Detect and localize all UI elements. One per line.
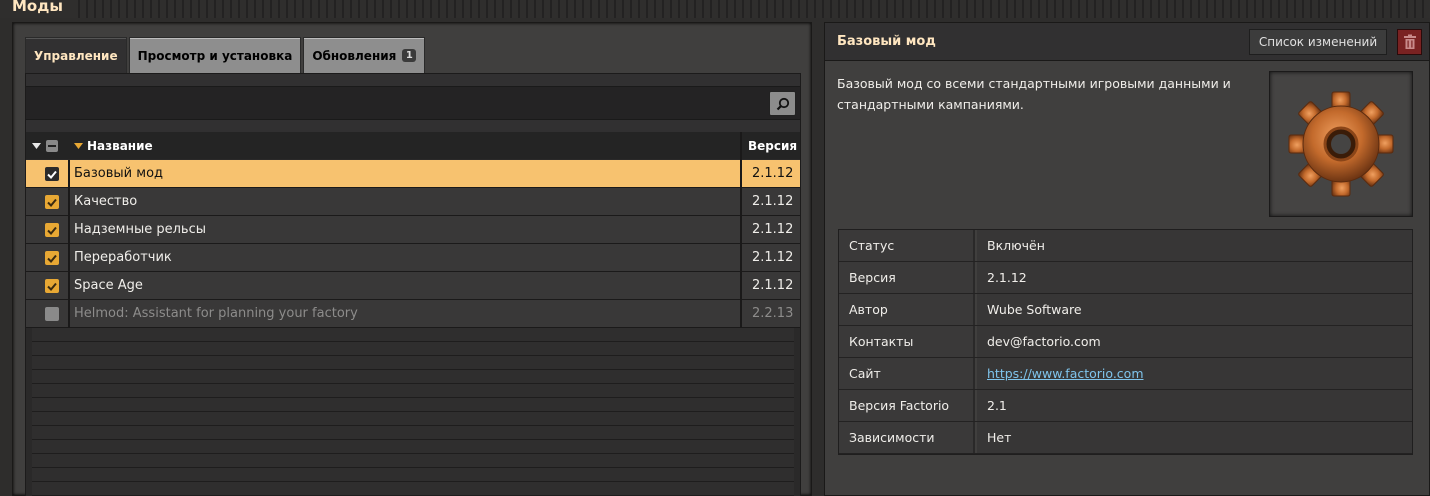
search-icon bbox=[776, 97, 789, 110]
mods-list-panel: Управление Просмотр и установка Обновлен… bbox=[12, 22, 812, 496]
info-key: Зависимости bbox=[839, 422, 975, 453]
info-value: Нет bbox=[977, 422, 1412, 453]
tab-updates-label: Обновления bbox=[312, 48, 397, 63]
sort-descending-icon bbox=[74, 142, 83, 149]
tab-bar: Управление Просмотр и установка Обновлен… bbox=[25, 37, 426, 73]
mod-enabled-checkbox[interactable] bbox=[45, 223, 59, 237]
mod-enabled-checkbox[interactable] bbox=[45, 251, 59, 265]
mod-enabled-checkbox[interactable] bbox=[45, 195, 59, 209]
delete-mod-button[interactable] bbox=[1397, 29, 1422, 55]
mod-name: Переработчик bbox=[74, 250, 172, 265]
mod-name: Базовый мод bbox=[74, 166, 164, 181]
select-all-checkbox[interactable] bbox=[46, 139, 58, 152]
mod-name: Helmod: Assistant for planning your fact… bbox=[74, 306, 358, 321]
select-all-control[interactable] bbox=[32, 132, 66, 159]
search-button[interactable] bbox=[769, 91, 796, 116]
info-value: dev@factorio.com bbox=[977, 326, 1412, 357]
details-header: Базовый мод Список изменений bbox=[825, 23, 1429, 61]
manage-tab-content: Название Версия Базовый мод 2.1.12 Качес… bbox=[25, 73, 801, 496]
gear-icon bbox=[1288, 91, 1394, 197]
mod-name: Качество bbox=[74, 194, 138, 209]
tab-browse-install[interactable]: Просмотр и установка bbox=[128, 37, 302, 73]
mod-name: Space Age bbox=[74, 278, 143, 293]
tab-updates[interactable]: Обновления 1 bbox=[303, 37, 426, 73]
website-link[interactable]: https://www.factorio.com bbox=[977, 358, 1412, 389]
info-key: Контакты bbox=[839, 326, 975, 357]
minus-icon bbox=[48, 144, 56, 147]
window-title: Моды bbox=[0, 0, 73, 18]
checkmark-icon bbox=[47, 226, 57, 235]
mod-version: 2.1.12 bbox=[752, 222, 794, 237]
info-key: Версия bbox=[839, 262, 975, 293]
mod-info-table: Статус Включён Версия 2.1.12 Автор Wube … bbox=[839, 230, 1412, 454]
column-header-version[interactable]: Версия bbox=[748, 132, 797, 159]
mod-name: Надземные рельсы bbox=[74, 222, 206, 237]
info-value: 2.1 bbox=[977, 390, 1412, 421]
mod-enabled-checkbox[interactable] bbox=[45, 307, 59, 321]
window-title-bar: Моды bbox=[0, 0, 1430, 18]
table-row[interactable]: Надземные рельсы 2.1.12 bbox=[26, 216, 800, 244]
info-row-factorio-version: Версия Factorio 2.1 bbox=[839, 390, 1412, 422]
info-row-dependencies: Зависимости Нет bbox=[839, 422, 1412, 454]
column-divider bbox=[740, 132, 742, 328]
changelog-button[interactable]: Список изменений bbox=[1249, 29, 1387, 55]
info-value: Wube Software bbox=[977, 294, 1412, 325]
checkmark-icon bbox=[47, 282, 57, 291]
tab-browse-label: Просмотр и установка bbox=[137, 48, 293, 63]
mods-table: Название Версия Базовый мод 2.1.12 Качес… bbox=[26, 132, 800, 496]
column-header-name-label: Название bbox=[87, 138, 153, 153]
info-value: Включён bbox=[977, 230, 1412, 261]
trash-icon bbox=[1403, 34, 1416, 49]
mod-version: 2.1.12 bbox=[752, 194, 794, 209]
empty-list-area bbox=[32, 328, 794, 496]
info-key: Сайт bbox=[839, 358, 975, 389]
table-header: Название Версия bbox=[26, 132, 800, 159]
mod-version: 2.1.12 bbox=[752, 166, 794, 181]
mod-details-panel: Базовый мод Список изменений Базовый мод… bbox=[824, 22, 1430, 496]
info-row-contact: Контакты dev@factorio.com bbox=[839, 326, 1412, 358]
mod-description: Базовый мод со всеми стандартными игровы… bbox=[837, 76, 1231, 112]
column-header-name[interactable]: Название bbox=[74, 132, 153, 159]
mod-version: 2.2.13 bbox=[752, 306, 794, 321]
mod-enabled-checkbox[interactable] bbox=[45, 279, 59, 293]
info-row-website: Сайт https://www.factorio.com bbox=[839, 358, 1412, 390]
info-key: Версия Factorio bbox=[839, 390, 975, 421]
tab-manage-label: Управление bbox=[34, 48, 118, 63]
tab-manage[interactable]: Управление bbox=[25, 37, 127, 73]
table-row[interactable]: Качество 2.1.12 bbox=[26, 188, 800, 216]
info-value: 2.1.12 bbox=[977, 262, 1412, 293]
chevron-down-icon bbox=[32, 142, 41, 149]
mod-enabled-checkbox[interactable] bbox=[45, 167, 59, 181]
mod-version: 2.1.12 bbox=[752, 250, 794, 265]
column-header-version-label: Версия bbox=[748, 138, 798, 153]
updates-count-badge: 1 bbox=[402, 49, 417, 62]
checkmark-icon bbox=[47, 198, 57, 207]
table-row[interactable]: Space Age 2.1.12 bbox=[26, 272, 800, 300]
search-bar bbox=[26, 86, 800, 120]
info-row-author: Автор Wube Software bbox=[839, 294, 1412, 326]
mod-thumbnail bbox=[1269, 71, 1413, 217]
details-title: Базовый мод bbox=[837, 34, 936, 49]
info-key: Статус bbox=[839, 230, 975, 261]
checkmark-icon bbox=[47, 254, 57, 263]
mod-version: 2.1.12 bbox=[752, 278, 794, 293]
info-row-status: Статус Включён bbox=[839, 230, 1412, 262]
info-key: Автор bbox=[839, 294, 975, 325]
info-row-version: Версия 2.1.12 bbox=[839, 262, 1412, 294]
table-row[interactable]: Helmod: Assistant for planning your fact… bbox=[26, 300, 800, 328]
checkmark-icon bbox=[47, 170, 57, 179]
table-row[interactable]: Базовый мод 2.1.12 bbox=[26, 160, 800, 188]
table-row[interactable]: Переработчик 2.1.12 bbox=[26, 244, 800, 272]
column-divider bbox=[68, 160, 70, 328]
